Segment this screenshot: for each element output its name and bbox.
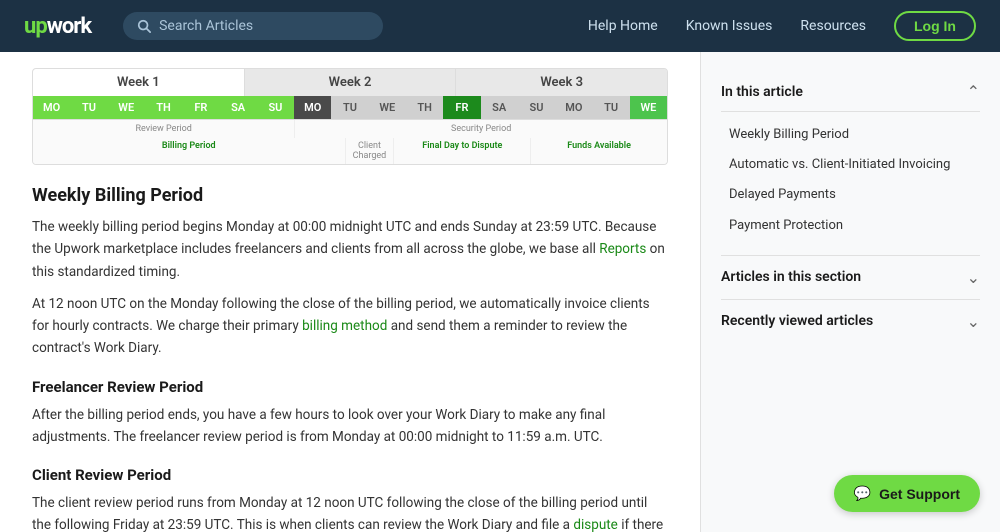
week3-header: Week 3 xyxy=(456,69,667,96)
day-th2: TH xyxy=(406,96,443,119)
section1-p1: The weekly billing period begins Monday … xyxy=(32,216,668,283)
toc-item-delayed-payments[interactable]: Delayed Payments xyxy=(721,180,980,210)
label-billing-period: Billing Period xyxy=(33,138,346,164)
in-this-article-title: In this article xyxy=(721,84,803,100)
day-su1: SU xyxy=(257,96,294,119)
sidebar-toc-items: Weekly Billing Period Automatic vs. Clie… xyxy=(721,112,980,249)
nav-known-issues[interactable]: Known Issues xyxy=(686,18,773,34)
logo[interactable]: upwork xyxy=(24,14,91,39)
section1-title: Weekly Billing Period xyxy=(32,185,668,206)
support-icon: 💬 xyxy=(854,485,871,502)
label-final-day: Final Day to Dispute xyxy=(394,138,531,164)
section1-p2: At 12 noon UTC on the Monday following t… xyxy=(32,293,668,360)
dispute-link[interactable]: dispute xyxy=(573,517,617,532)
articles-section-title: Articles in this section xyxy=(721,269,861,285)
header: upwork Search Articles Help Home Known I… xyxy=(0,0,1000,52)
section3-p1: The client review period runs from Monda… xyxy=(32,492,668,532)
label-row: Billing Period Client Charged Final Day … xyxy=(33,138,667,164)
legend-review-period: Review Period xyxy=(33,120,295,138)
label-funds-available: Funds Available xyxy=(531,138,667,164)
search-label: Search Articles xyxy=(159,18,253,34)
day-sa1: SA xyxy=(219,96,256,119)
section1-p1-text: The weekly billing period begins Monday … xyxy=(32,219,656,257)
week1-header: Week 1 xyxy=(33,69,245,96)
day-mo2: MO xyxy=(294,96,331,119)
billing-chart: Week 1 Week 2 Week 3 MO TU WE TH FR SA S… xyxy=(32,68,668,165)
day-we3: WE xyxy=(630,96,667,119)
billing-method-link[interactable]: billing method xyxy=(302,318,387,334)
day-fr2: FR xyxy=(443,96,480,119)
main-layout: Week 1 Week 2 Week 3 MO TU WE TH FR SA S… xyxy=(0,52,1000,532)
recently-viewed-title: Recently viewed articles xyxy=(721,313,873,329)
toc-item-weekly-billing[interactable]: Weekly Billing Period xyxy=(721,120,980,150)
reports-link[interactable]: Reports xyxy=(599,241,646,257)
support-label: Get Support xyxy=(879,486,960,502)
section3-p1-text: The client review period runs from Monda… xyxy=(32,495,647,532)
label-client-charged: Client Charged xyxy=(346,138,395,164)
search-icon xyxy=(137,19,151,33)
week2-header: Week 2 xyxy=(245,69,457,96)
weeks-header: Week 1 Week 2 Week 3 xyxy=(33,69,667,96)
nav-resources[interactable]: Resources xyxy=(800,18,866,34)
section3-title: Client Review Period xyxy=(32,466,668,484)
nav-help-home[interactable]: Help Home xyxy=(588,18,658,34)
day-tu1: TU xyxy=(70,96,107,119)
section2-p1: After the billing period ends, you have … xyxy=(32,404,668,449)
toc-item-payment-protection[interactable]: Payment Protection xyxy=(721,211,980,241)
in-this-article-header[interactable]: In this article ⌃ xyxy=(721,72,980,112)
day-we1: WE xyxy=(108,96,145,119)
articles-chevron-icon[interactable]: ⌄ xyxy=(967,268,980,287)
day-tu3: TU xyxy=(592,96,629,119)
toc-item-automatic-invoicing[interactable]: Automatic vs. Client-Initiated Invoicing xyxy=(721,150,980,180)
legend-row: Review Period Security Period xyxy=(33,119,667,138)
day-th1: TH xyxy=(145,96,182,119)
sidebar: In this article ⌃ Weekly Billing Period … xyxy=(700,52,1000,532)
articles-section-header[interactable]: Articles in this section ⌄ xyxy=(721,255,980,299)
collapse-icon[interactable]: ⌃ xyxy=(967,82,980,101)
recently-viewed-header[interactable]: Recently viewed articles ⌄ xyxy=(721,299,980,343)
login-button[interactable]: Log In xyxy=(894,11,976,41)
in-this-article-section: In this article ⌃ Weekly Billing Period … xyxy=(721,72,980,249)
day-we2: WE xyxy=(369,96,406,119)
article-content: Week 1 Week 2 Week 3 MO TU WE TH FR SA S… xyxy=(0,52,700,532)
get-support-button[interactable]: 💬 Get Support xyxy=(834,475,980,512)
day-fr1: FR xyxy=(182,96,219,119)
header-nav: Help Home Known Issues Resources Log In xyxy=(588,11,976,41)
day-mo3: MO xyxy=(555,96,592,119)
day-su2: SU xyxy=(518,96,555,119)
days-row: MO TU WE TH FR SA SU MO TU WE TH FR SA S… xyxy=(33,96,667,119)
legend-security-period: Security Period xyxy=(295,120,667,138)
day-mo1: MO xyxy=(33,96,70,119)
day-sa2: SA xyxy=(481,96,518,119)
recently-viewed-chevron-icon[interactable]: ⌄ xyxy=(967,312,980,331)
day-tu2: TU xyxy=(331,96,368,119)
section2-title: Freelancer Review Period xyxy=(32,378,668,396)
search-bar[interactable]: Search Articles xyxy=(123,12,383,40)
